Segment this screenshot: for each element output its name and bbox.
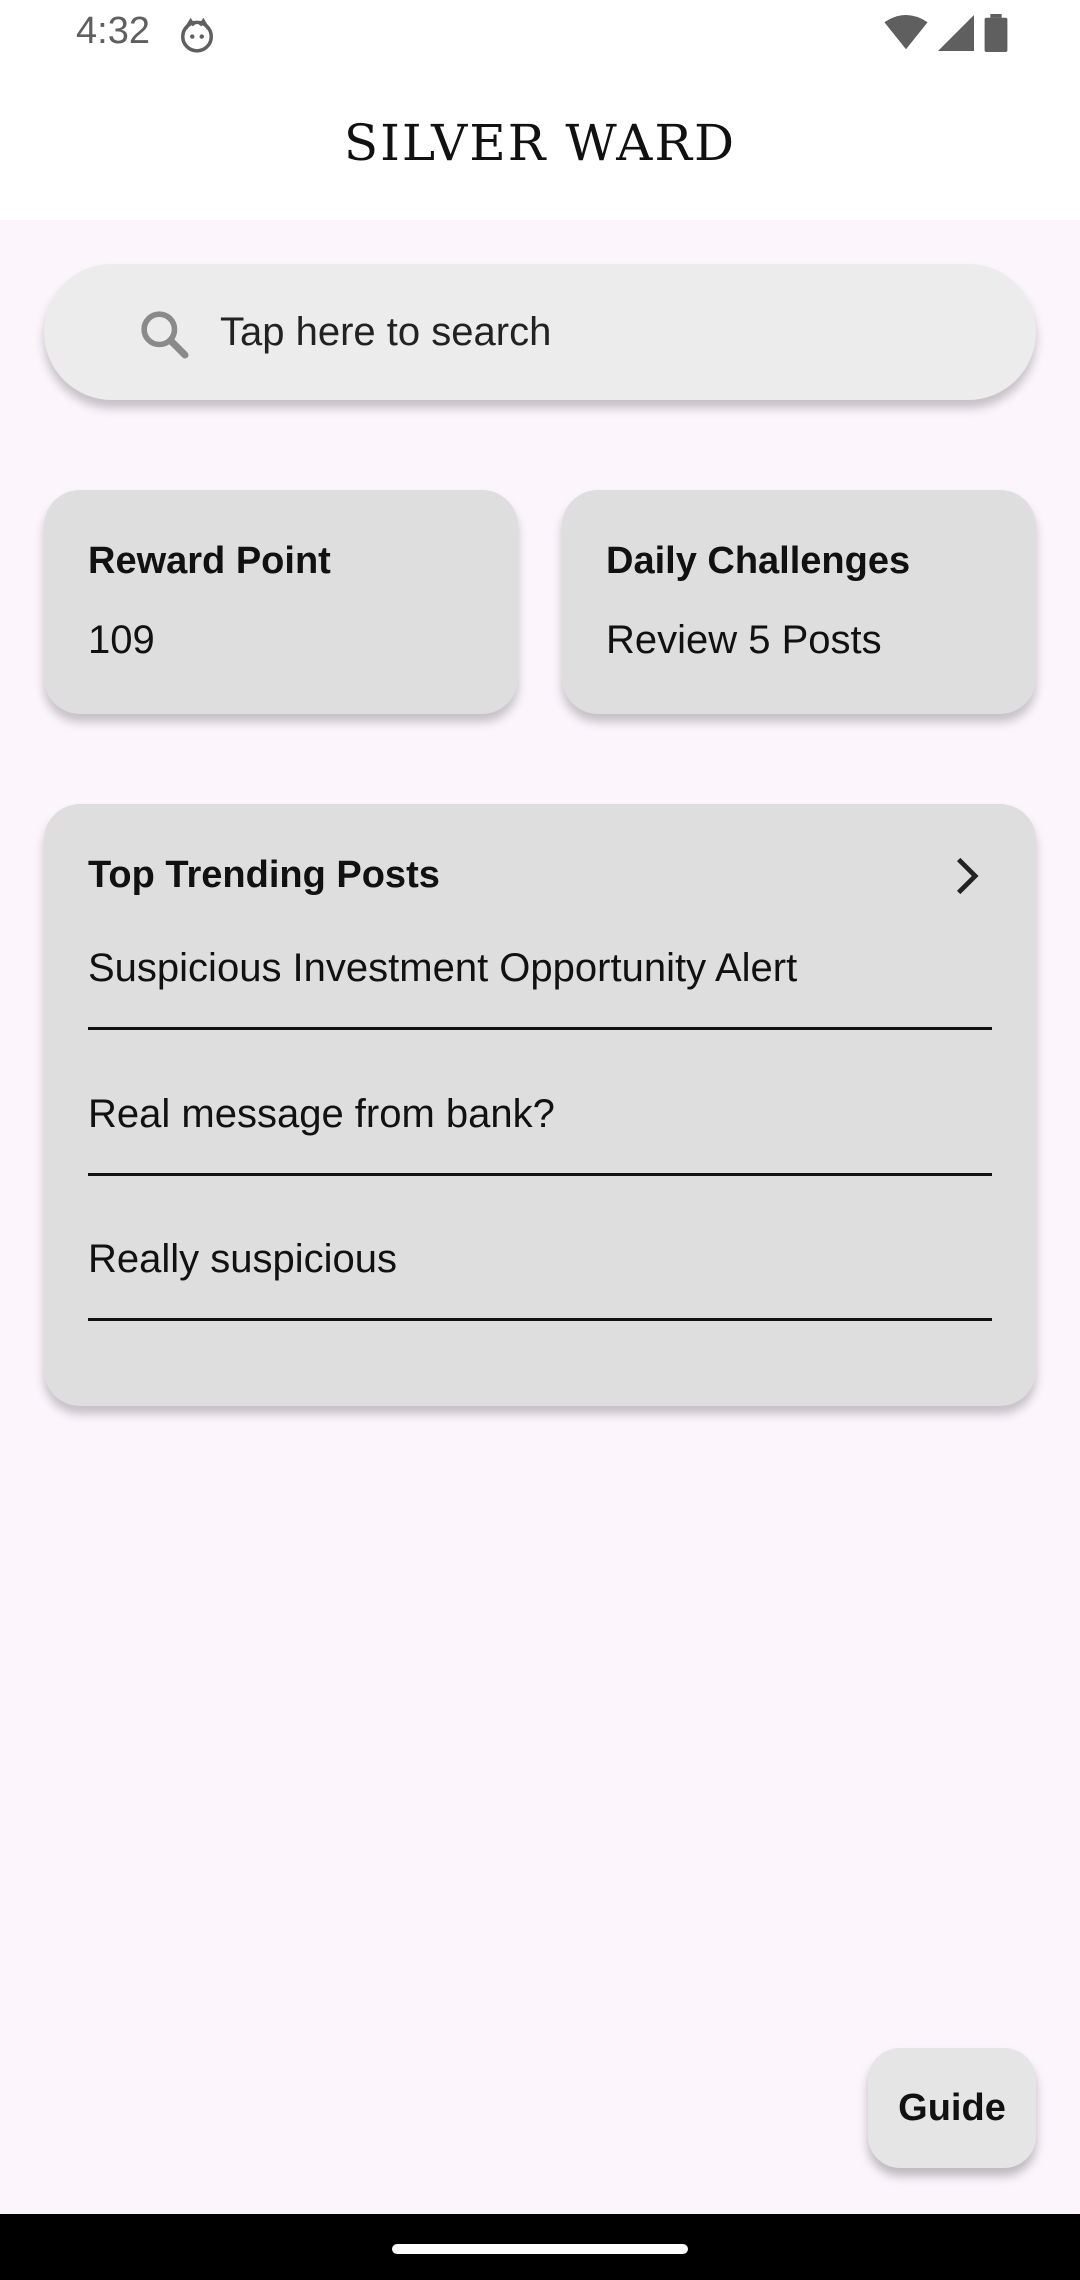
guide-button[interactable]: Guide — [868, 2048, 1036, 2168]
reward-point-value: 109 — [88, 618, 155, 662]
wifi-icon — [884, 15, 928, 50]
top-trending-posts-title: Top Trending Posts — [88, 854, 440, 896]
signal-icon — [938, 15, 974, 51]
search-icon — [141, 311, 189, 359]
battery-icon — [984, 14, 1008, 52]
daily-challenges-card[interactable]: Daily Challenges Review 5 Posts — [562, 490, 1036, 714]
chevron-right-icon[interactable] — [944, 854, 988, 898]
trending-post-title: Really suspicious — [88, 1237, 398, 1281]
trending-post-title: Real message from bank? — [88, 1092, 555, 1136]
search-bar[interactable] — [44, 264, 1036, 400]
trending-post-item[interactable]: Suspicious Investment Opportunity Alert — [88, 938, 992, 1030]
status-time: 4:32 — [76, 10, 150, 52]
app-title: SILVER WARD — [343, 114, 737, 172]
reward-point-title: Reward Point — [88, 540, 331, 582]
status-bar: 4:32 — [0, 0, 1080, 66]
top-trending-posts-card: Top Trending Posts Suspicious Investment… — [44, 804, 1036, 1406]
reward-point-card[interactable]: Reward Point 109 — [44, 490, 518, 714]
system-navigation-bar — [0, 2214, 1080, 2280]
trending-post-item[interactable]: Real message from bank? — [88, 1084, 992, 1176]
trending-post-title: Suspicious Investment Opportunity Alert — [88, 946, 798, 990]
notification-face-icon — [181, 17, 213, 53]
search-input[interactable] — [220, 300, 980, 364]
daily-challenges-title: Daily Challenges — [606, 540, 911, 582]
status-icons — [884, 14, 1008, 52]
trending-post-item[interactable]: Really suspicious — [88, 1229, 992, 1321]
daily-challenges-value: Review 5 Posts — [606, 618, 882, 662]
app-bar: SILVER WARD — [0, 66, 1080, 220]
home-gesture-handle[interactable] — [392, 2244, 688, 2254]
